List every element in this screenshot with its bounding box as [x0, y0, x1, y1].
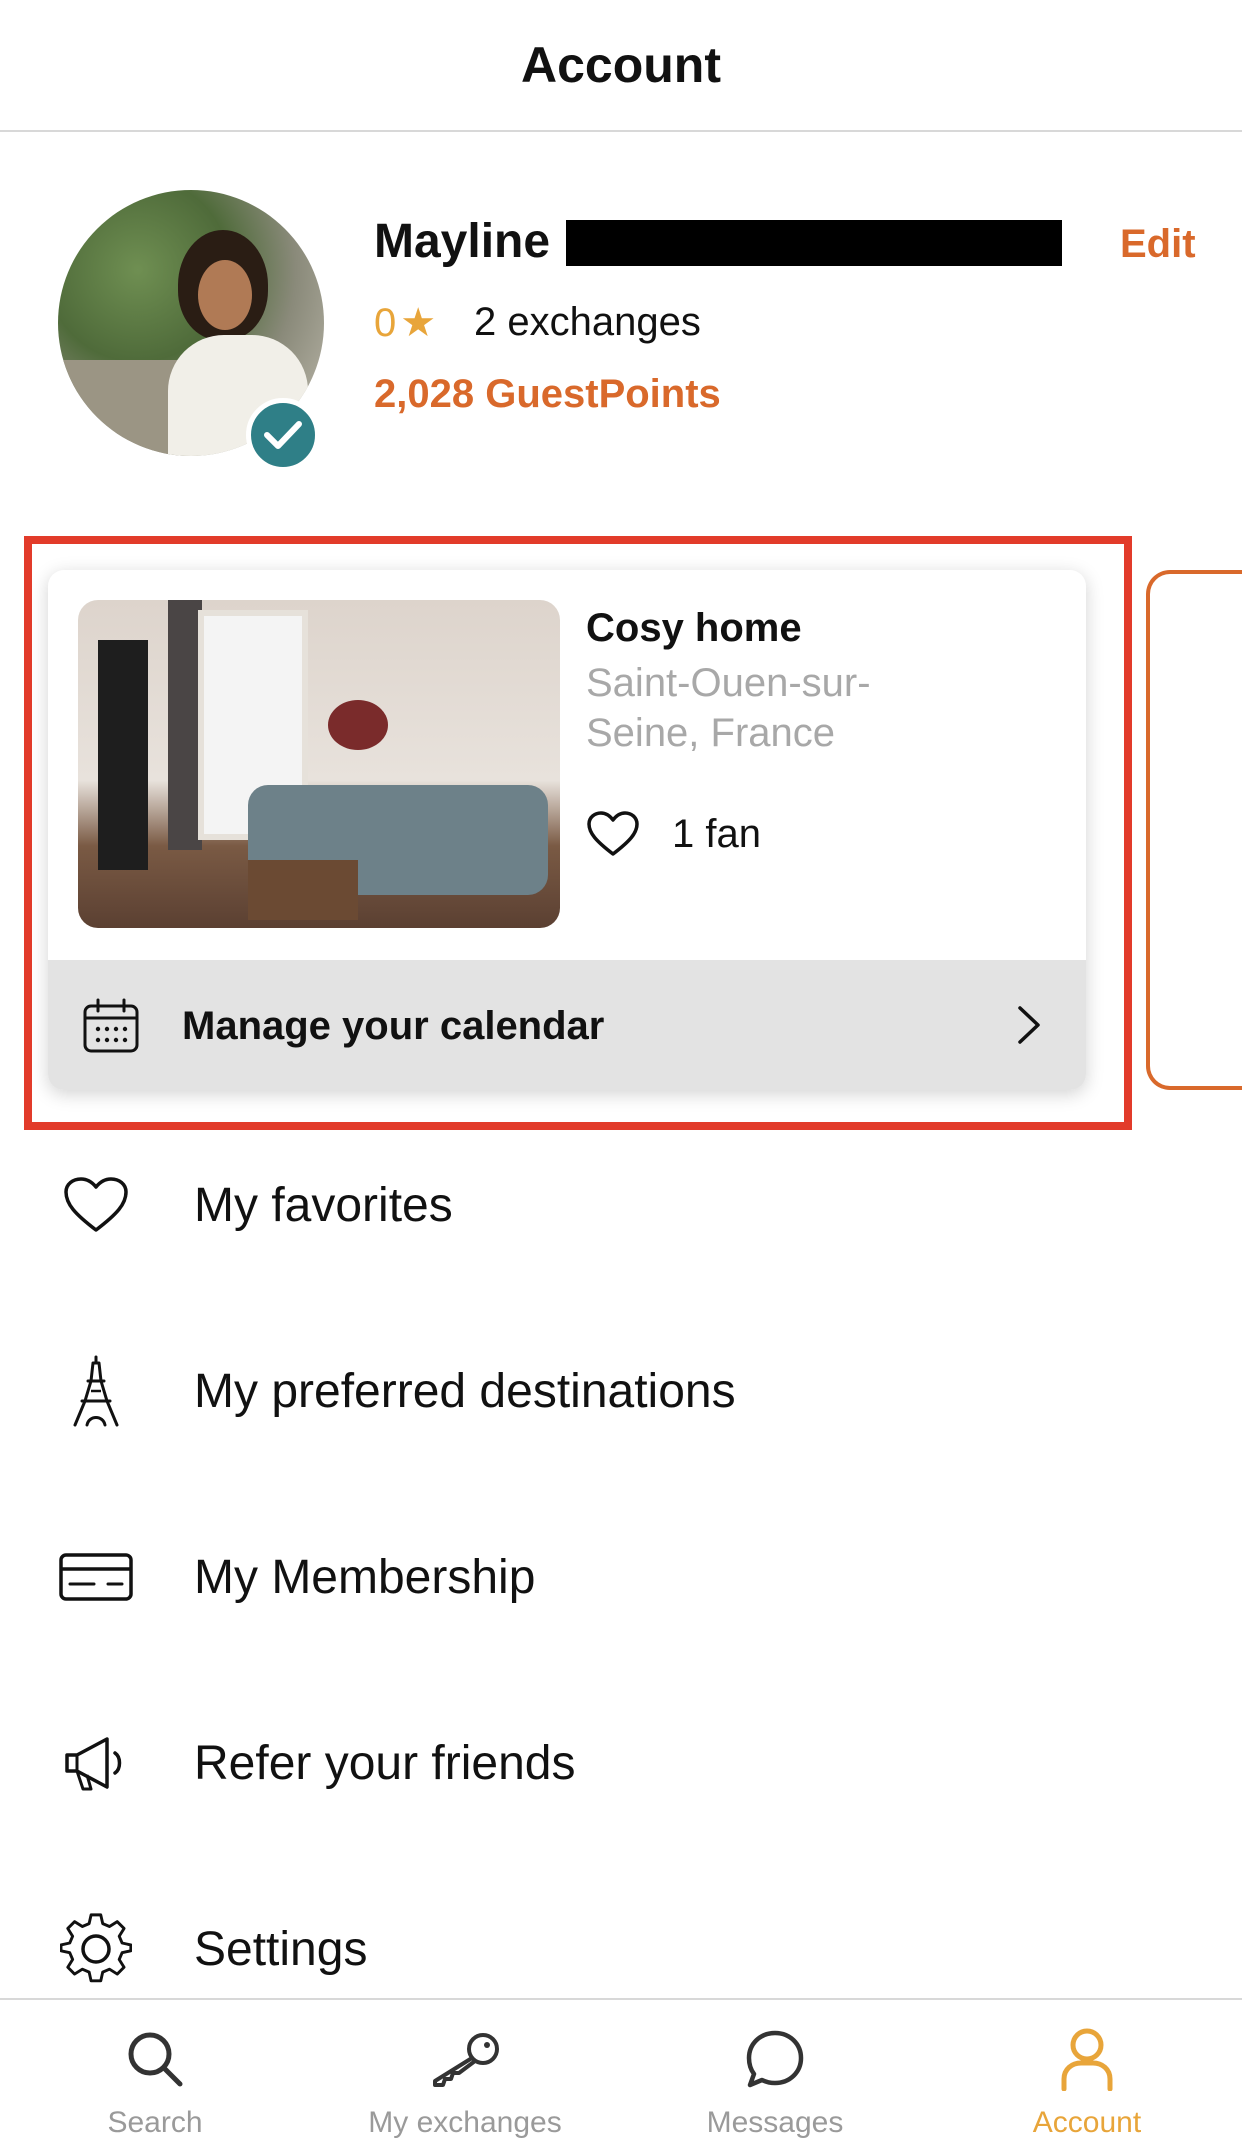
star-icon: ★: [400, 301, 437, 345]
rating-value: 0: [374, 300, 397, 345]
page-title: Account: [521, 37, 721, 93]
avatar-face: [198, 260, 252, 330]
exchanges-count: 2 exchanges: [474, 300, 701, 344]
heart-icon: [58, 1167, 134, 1243]
tab-label: My exchanges: [368, 2106, 562, 2139]
menu-item-label: Refer your friends: [194, 1736, 576, 1790]
calendar-icon: [83, 998, 139, 1053]
menu-item-label: My preferred destinations: [194, 1364, 736, 1418]
megaphone-icon: [58, 1725, 134, 1801]
rating: 0 ★: [374, 300, 436, 346]
verified-badge: [246, 398, 320, 472]
tab-label: Account: [1032, 2106, 1142, 2139]
profile-name: Mayline: [374, 215, 551, 268]
search-icon: [125, 2024, 185, 2094]
chevron-right-icon: [1018, 1006, 1040, 1044]
tab-account[interactable]: Account: [932, 2000, 1242, 2148]
menu-item-preferred-destinations[interactable]: My preferred destinations: [0, 1316, 1242, 1466]
redacted-surname: [566, 220, 1062, 266]
menu-item-favorites[interactable]: My favorites: [0, 1130, 1242, 1280]
gear-icon: [58, 1911, 134, 1987]
eiffel-tower-icon: [58, 1353, 134, 1429]
photo-flowers: [328, 700, 388, 750]
fans: 1 fan: [586, 810, 761, 858]
menu-item-label: My favorites: [194, 1178, 453, 1232]
key-icon: [427, 2024, 503, 2094]
person-icon: [1059, 2024, 1115, 2094]
menu-item-refer-friends[interactable]: Refer your friends: [0, 1688, 1242, 1838]
edit-profile-button[interactable]: Edit: [1120, 222, 1196, 267]
photo-table: [248, 860, 358, 920]
home-location: Saint-Ouen-sur-Seine, France: [586, 661, 871, 755]
heart-icon: [587, 811, 639, 856]
manage-calendar-button[interactable]: Manage your calendar: [48, 960, 1086, 1090]
checkmark-icon: [264, 421, 302, 449]
tab-search[interactable]: Search: [0, 2000, 310, 2148]
profile-section: Mayline Edit 0 ★ 2 exchanges 2,028 Guest…: [0, 132, 1242, 532]
home-photo[interactable]: [78, 600, 560, 928]
guestpoints-balance[interactable]: 2,028 GuestPoints: [374, 372, 721, 417]
tab-label: Messages: [706, 2106, 844, 2139]
home-card[interactable]: Cosy home Saint-Ouen-sur-Seine, France 1…: [48, 570, 1086, 1090]
next-home-card-peek[interactable]: [1146, 570, 1242, 1090]
tab-my-exchanges[interactable]: My exchanges: [310, 2000, 620, 2148]
menu-item-label: My Membership: [194, 1550, 536, 1604]
fans-count: 1 fan: [672, 811, 761, 856]
credit-card-icon: [58, 1539, 134, 1615]
tab-messages[interactable]: Messages: [620, 2000, 930, 2148]
top-bar: Account: [0, 0, 1242, 132]
photo-curtain: [168, 600, 202, 850]
photo-shelf: [98, 640, 148, 870]
chat-bubble-icon: [745, 2024, 805, 2094]
calendar-label: Manage your calendar: [182, 1004, 605, 1048]
tab-label: Search: [107, 2106, 203, 2139]
tab-bar: Search My exchanges Messages Account: [0, 1998, 1242, 2148]
home-title: Cosy home: [586, 606, 802, 650]
menu-item-label: Settings: [194, 1922, 368, 1976]
menu-item-membership[interactable]: My Membership: [0, 1502, 1242, 1652]
